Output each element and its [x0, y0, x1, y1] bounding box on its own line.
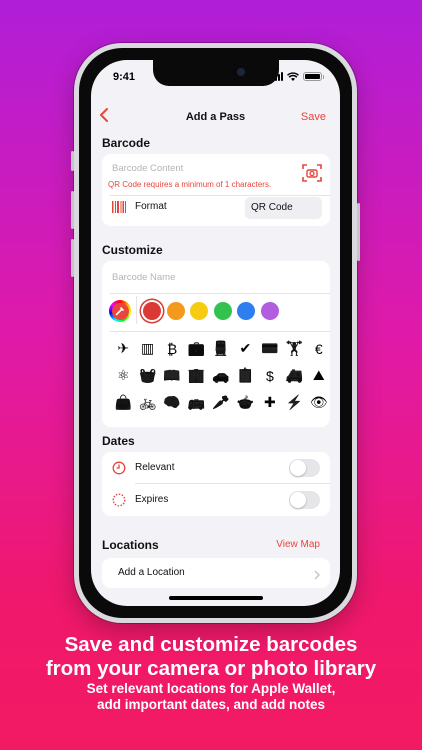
swatch-separator: [136, 296, 137, 324]
volume-up-button: [71, 191, 74, 229]
pass-icon-option[interactable]: 🏋: [282, 338, 306, 359]
camera-scan-icon[interactable]: [302, 163, 322, 188]
color-swatch[interactable]: [190, 302, 208, 320]
pass-icon-option[interactable]: 🚗: [209, 365, 233, 386]
volume-down-button: [71, 239, 74, 277]
battery-icon: [303, 72, 324, 81]
nav-bar: Add a Pass Save: [91, 106, 340, 130]
format-label: Format: [135, 201, 167, 212]
pass-icon-option[interactable]: 💳: [258, 338, 282, 359]
pass-icon-option[interactable]: $: [258, 365, 282, 386]
color-picker-wheel[interactable]: [109, 300, 131, 322]
locations-card[interactable]: Add a Location: [102, 558, 330, 588]
add-location-label: Add a Location: [118, 567, 185, 578]
icons-divider: [110, 331, 330, 332]
power-button: [357, 203, 360, 261]
status-time: 9:41: [113, 71, 136, 83]
barcode-header: Barcode: [102, 136, 151, 150]
caption-title-line1: Save and customize barcodes: [64, 633, 358, 656]
color-swatch[interactable]: [260, 302, 279, 320]
pass-icon-option[interactable]: 🚑: [282, 365, 306, 386]
phone-frame: 9:41 Add a Pass Save Barcode Barcode Con…: [71, 43, 360, 623]
format-picker[interactable]: QR Code: [245, 197, 322, 219]
icon-row: ⚛ 🧺 📖 🏢 🚗 📋 $ 🚑 ⛰: [111, 365, 331, 386]
barcode-name-input[interactable]: Barcode Name: [112, 272, 175, 283]
expires-icon: [112, 493, 126, 512]
pass-icon-option[interactable]: 🥕: [209, 392, 233, 413]
pass-icon-option[interactable]: 🚆: [209, 338, 233, 359]
locations-header: Locations: [102, 538, 159, 552]
icon-row: 👜 🚲 🧠 🚌 🥕 🍲 ✚ ⚡ 👁: [111, 392, 331, 413]
pass-icon-option[interactable]: 🚌: [184, 392, 208, 413]
format-barcode-icon: [112, 200, 126, 218]
pass-icon-option[interactable]: 📋: [233, 365, 257, 386]
barcode-error-message: QR Code requires a minimum of 1 characte…: [108, 180, 272, 189]
customize-divider: [110, 293, 330, 294]
pass-icon-option[interactable]: ▥: [135, 338, 159, 359]
pass-icon-option[interactable]: ✚: [258, 392, 282, 413]
pass-icon-option[interactable]: ✈: [111, 338, 135, 359]
expires-toggle[interactable]: [289, 491, 320, 509]
pass-icon-option[interactable]: ✔: [233, 338, 257, 359]
color-swatch[interactable]: [166, 302, 185, 320]
status-icons: [272, 72, 324, 81]
pass-icon-option[interactable]: 🧺: [135, 365, 159, 386]
pass-icon-option[interactable]: ⛰: [307, 365, 331, 386]
barcode-content-input[interactable]: Barcode Content: [112, 163, 183, 174]
dates-divider: [135, 483, 330, 484]
barcode-divider: [110, 195, 330, 196]
wifi-icon: [287, 72, 299, 81]
pass-icon-option[interactable]: €: [307, 338, 331, 359]
pass-icon-option[interactable]: ⚡: [282, 392, 306, 413]
caption-sub-line2: add important dates, and add notes: [96, 697, 326, 712]
pass-icon-option[interactable]: ₿: [160, 338, 184, 359]
save-button[interactable]: Save: [301, 111, 326, 123]
pass-icon-option[interactable]: 🧠: [160, 392, 184, 413]
color-swatch[interactable]: [143, 302, 161, 320]
clock-icon: [112, 461, 126, 480]
caption-subtitle: Set relevant locations for Apple Wallet,…: [0, 681, 422, 713]
camera-dot: [236, 68, 245, 76]
icon-row: ✈ ▥ ₿ 💼 🚆 ✔ 💳 🏋 €: [111, 338, 331, 359]
pass-icon-option[interactable]: 🏢: [184, 365, 208, 386]
color-swatch[interactable]: [237, 302, 255, 320]
pass-icon-option[interactable]: ⚛: [111, 365, 135, 386]
phone-bezel: 9:41 Add a Pass Save Barcode Barcode Con…: [79, 48, 352, 618]
pass-icon-option[interactable]: 📖: [160, 365, 184, 386]
customize-header: Customize: [102, 243, 163, 257]
pass-icon-option[interactable]: 👜: [111, 392, 135, 413]
relevant-toggle[interactable]: [289, 459, 320, 477]
mute-switch: [71, 151, 74, 171]
dates-card: Relevant Expires: [102, 452, 330, 516]
notch: [152, 60, 279, 86]
barcode-card: Barcode Content QR Code requires a minim…: [102, 154, 330, 226]
customize-card: Barcode Name ✈ ▥ ₿ 💼 🚆 ✔ 💳 🏋 € ⚛ 🧺 📖 🏢 🚗 📋 $ 🚑 ⛰ 👜 🚲 🧠 🚌 🥕 🍲 ✚ ⚡ 👁: [102, 261, 330, 427]
pass-icon-option[interactable]: 👁: [307, 392, 331, 413]
chevron-right-icon: [314, 567, 320, 585]
caption-title-line2: from your camera or photo library: [45, 657, 377, 680]
view-map-button[interactable]: View Map: [276, 539, 320, 550]
dates-header: Dates: [102, 434, 135, 448]
screen: 9:41 Add a Pass Save Barcode Barcode Con…: [91, 60, 340, 606]
pass-icon-option[interactable]: 🍲: [233, 392, 257, 413]
home-indicator: [168, 596, 263, 600]
caption-sub-line1: Set relevant locations for Apple Wallet,: [86, 681, 336, 696]
icon-grid: ✈ ▥ ₿ 💼 🚆 ✔ 💳 🏋 € ⚛ 🧺 📖 🏢 🚗 📋 $ 🚑 ⛰ 👜 🚲 🧠 🚌 🥕 🍲 ✚ ⚡ 👁: [111, 338, 331, 419]
expires-label: Expires: [135, 494, 169, 505]
eyedropper-icon: [111, 302, 129, 320]
pass-icon-option[interactable]: 🚲: [135, 392, 159, 413]
caption-title: Save and customize barcodes from your ca…: [0, 633, 422, 681]
relevant-label: Relevant: [135, 462, 175, 473]
pass-icon-option[interactable]: 💼: [184, 338, 208, 359]
color-swatch[interactable]: [213, 302, 232, 320]
